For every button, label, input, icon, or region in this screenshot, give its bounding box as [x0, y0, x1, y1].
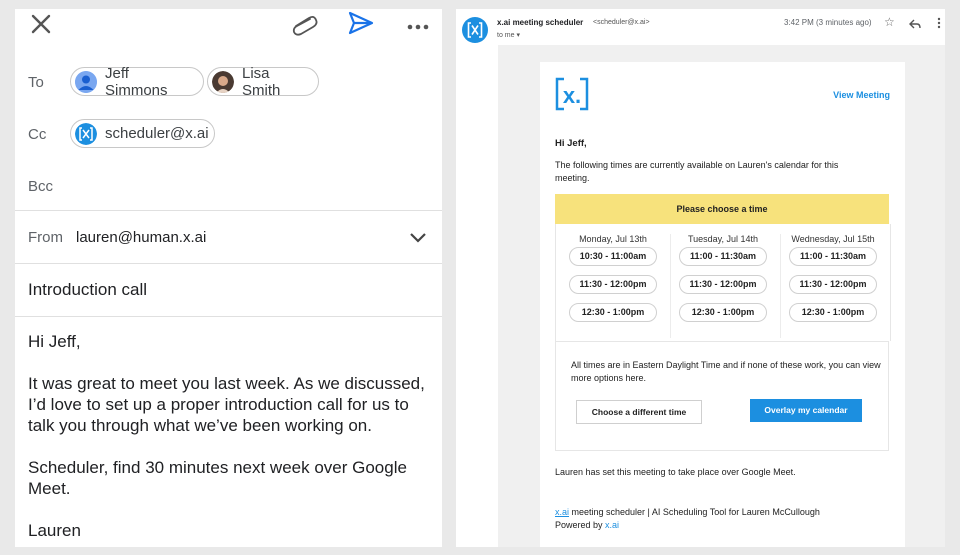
recipient-name: Jeff Simmons — [105, 64, 168, 99]
scheduler-card: x. View Meeting Hi Jeff, The following t… — [540, 62, 905, 547]
bcc-row[interactable]: Bcc — [15, 164, 442, 211]
timezone-note: All times are in Eastern Daylight Time a… — [571, 360, 881, 383]
timestamp: 3:42 PM (3 minutes ago) — [784, 18, 872, 27]
recipient-chip-scheduler[interactable]: scheduler@x.ai — [70, 119, 215, 148]
to-line: to me — [497, 32, 515, 39]
cc-label: Cc — [28, 126, 47, 143]
from-row[interactable]: From lauren@human.x.ai — [15, 211, 442, 264]
body-paragraph: It was great to meet you last week. As w… — [28, 374, 425, 435]
xai-logo: x. — [554, 76, 590, 114]
sender-avatar — [462, 17, 488, 48]
chevron-down-icon[interactable] — [409, 231, 427, 248]
day-label: Tuesday, Jul 14th — [687, 234, 759, 244]
star-icon[interactable]: ☆ — [884, 15, 895, 29]
day-column: Monday, Jul 13th 10:30 - 11:00am 11:30 -… — [558, 224, 668, 322]
subject-field[interactable]: Introduction call — [28, 280, 147, 300]
time-slots-grid: Monday, Jul 13th 10:30 - 11:00am 11:30 -… — [555, 224, 891, 341]
day-label: Monday, Jul 13th — [579, 234, 647, 244]
recipient-chip-lisa[interactable]: Lisa Smith — [207, 64, 319, 99]
day-column: Wednesday, Jul 15th 11:00 - 11:30am 11:3… — [778, 224, 888, 322]
recipient-name: scheduler@x.ai — [105, 125, 209, 142]
options-box: All times are in Eastern Daylight Time a… — [555, 341, 889, 451]
xai-logo-icon — [75, 122, 97, 145]
from-value: lauren@human.x.ai — [76, 229, 207, 246]
time-slot[interactable]: 11:30 - 12:00pm — [789, 275, 877, 294]
to-me-dropdown[interactable]: to me ▾ — [497, 31, 520, 39]
sender-email: <scheduler@x.ai> — [593, 19, 650, 26]
time-slot[interactable]: 11:00 - 11:30am — [789, 247, 877, 266]
footer-text: meeting scheduler | AI Scheduling Tool f… — [569, 507, 820, 517]
body-paragraph: Scheduler, find 30 minutes next week ove… — [28, 458, 407, 498]
reply-icon[interactable] — [909, 16, 921, 34]
close-icon[interactable] — [29, 12, 53, 41]
more-vert-icon[interactable] — [937, 16, 941, 34]
powered-by-text: Powered by — [555, 520, 606, 530]
time-slot[interactable]: 10:30 - 11:00am — [569, 247, 657, 266]
day-column: Tuesday, Jul 14th 11:00 - 11:30am 11:30 … — [668, 224, 778, 322]
compose-toolbar — [15, 9, 442, 54]
subject-row[interactable]: Introduction call — [15, 264, 442, 317]
day-label: Wednesday, Jul 15th — [791, 234, 875, 244]
greeting: Hi Jeff, — [555, 138, 587, 149]
time-slot[interactable]: 11:30 - 12:00pm — [569, 275, 657, 294]
time-slot[interactable]: 12:30 - 1:00pm — [569, 303, 657, 322]
meet-note: Lauren has set this meeting to take plac… — [555, 467, 796, 477]
message-body[interactable]: Hi Jeff, It was great to meet you last w… — [28, 331, 433, 541]
recipient-name: Lisa Smith — [242, 64, 281, 99]
recipient-chip-jeff[interactable]: Jeff Simmons — [70, 64, 204, 99]
send-icon[interactable] — [347, 10, 375, 41]
sender-name: x.ai meeting scheduler — [497, 18, 584, 27]
avatar — [212, 70, 234, 93]
choose-different-time-button[interactable]: Choose a different time — [576, 400, 702, 424]
from-label: From — [28, 229, 63, 246]
footer-line: x.ai meeting scheduler | AI Scheduling T… — [555, 507, 820, 517]
view-meeting-link[interactable]: View Meeting — [833, 90, 890, 100]
overlay-calendar-button[interactable]: Overlay my calendar — [750, 399, 862, 422]
time-slot[interactable]: 12:30 - 1:00pm — [789, 303, 877, 322]
time-slot[interactable]: 11:30 - 12:00pm — [679, 275, 767, 294]
logo-text: x. — [563, 83, 581, 108]
time-slot[interactable]: 12:30 - 1:00pm — [679, 303, 767, 322]
compose-panel: To Jeff Simmons Lisa Smith Cc scheduler@… — [15, 9, 442, 547]
time-slot[interactable]: 11:00 - 11:30am — [679, 247, 767, 266]
attach-icon[interactable] — [291, 12, 319, 41]
bcc-label: Bcc — [28, 178, 54, 195]
avatar — [75, 70, 97, 93]
footer-link[interactable]: x.ai — [555, 507, 569, 517]
powered-by-link[interactable]: x.ai — [605, 520, 619, 530]
body-paragraph: Hi Jeff, — [28, 332, 81, 351]
choose-time-banner: Please choose a time — [555, 194, 889, 224]
to-label: To — [28, 74, 44, 91]
intro-text: The following times are currently availa… — [555, 160, 839, 183]
email-view: x.ai meeting scheduler <scheduler@x.ai> … — [456, 9, 945, 547]
email-header: x.ai meeting scheduler <scheduler@x.ai> … — [456, 9, 945, 45]
body-paragraph: Lauren — [28, 521, 81, 540]
more-icon[interactable] — [407, 18, 429, 36]
powered-by-line: Powered by x.ai — [555, 520, 619, 530]
